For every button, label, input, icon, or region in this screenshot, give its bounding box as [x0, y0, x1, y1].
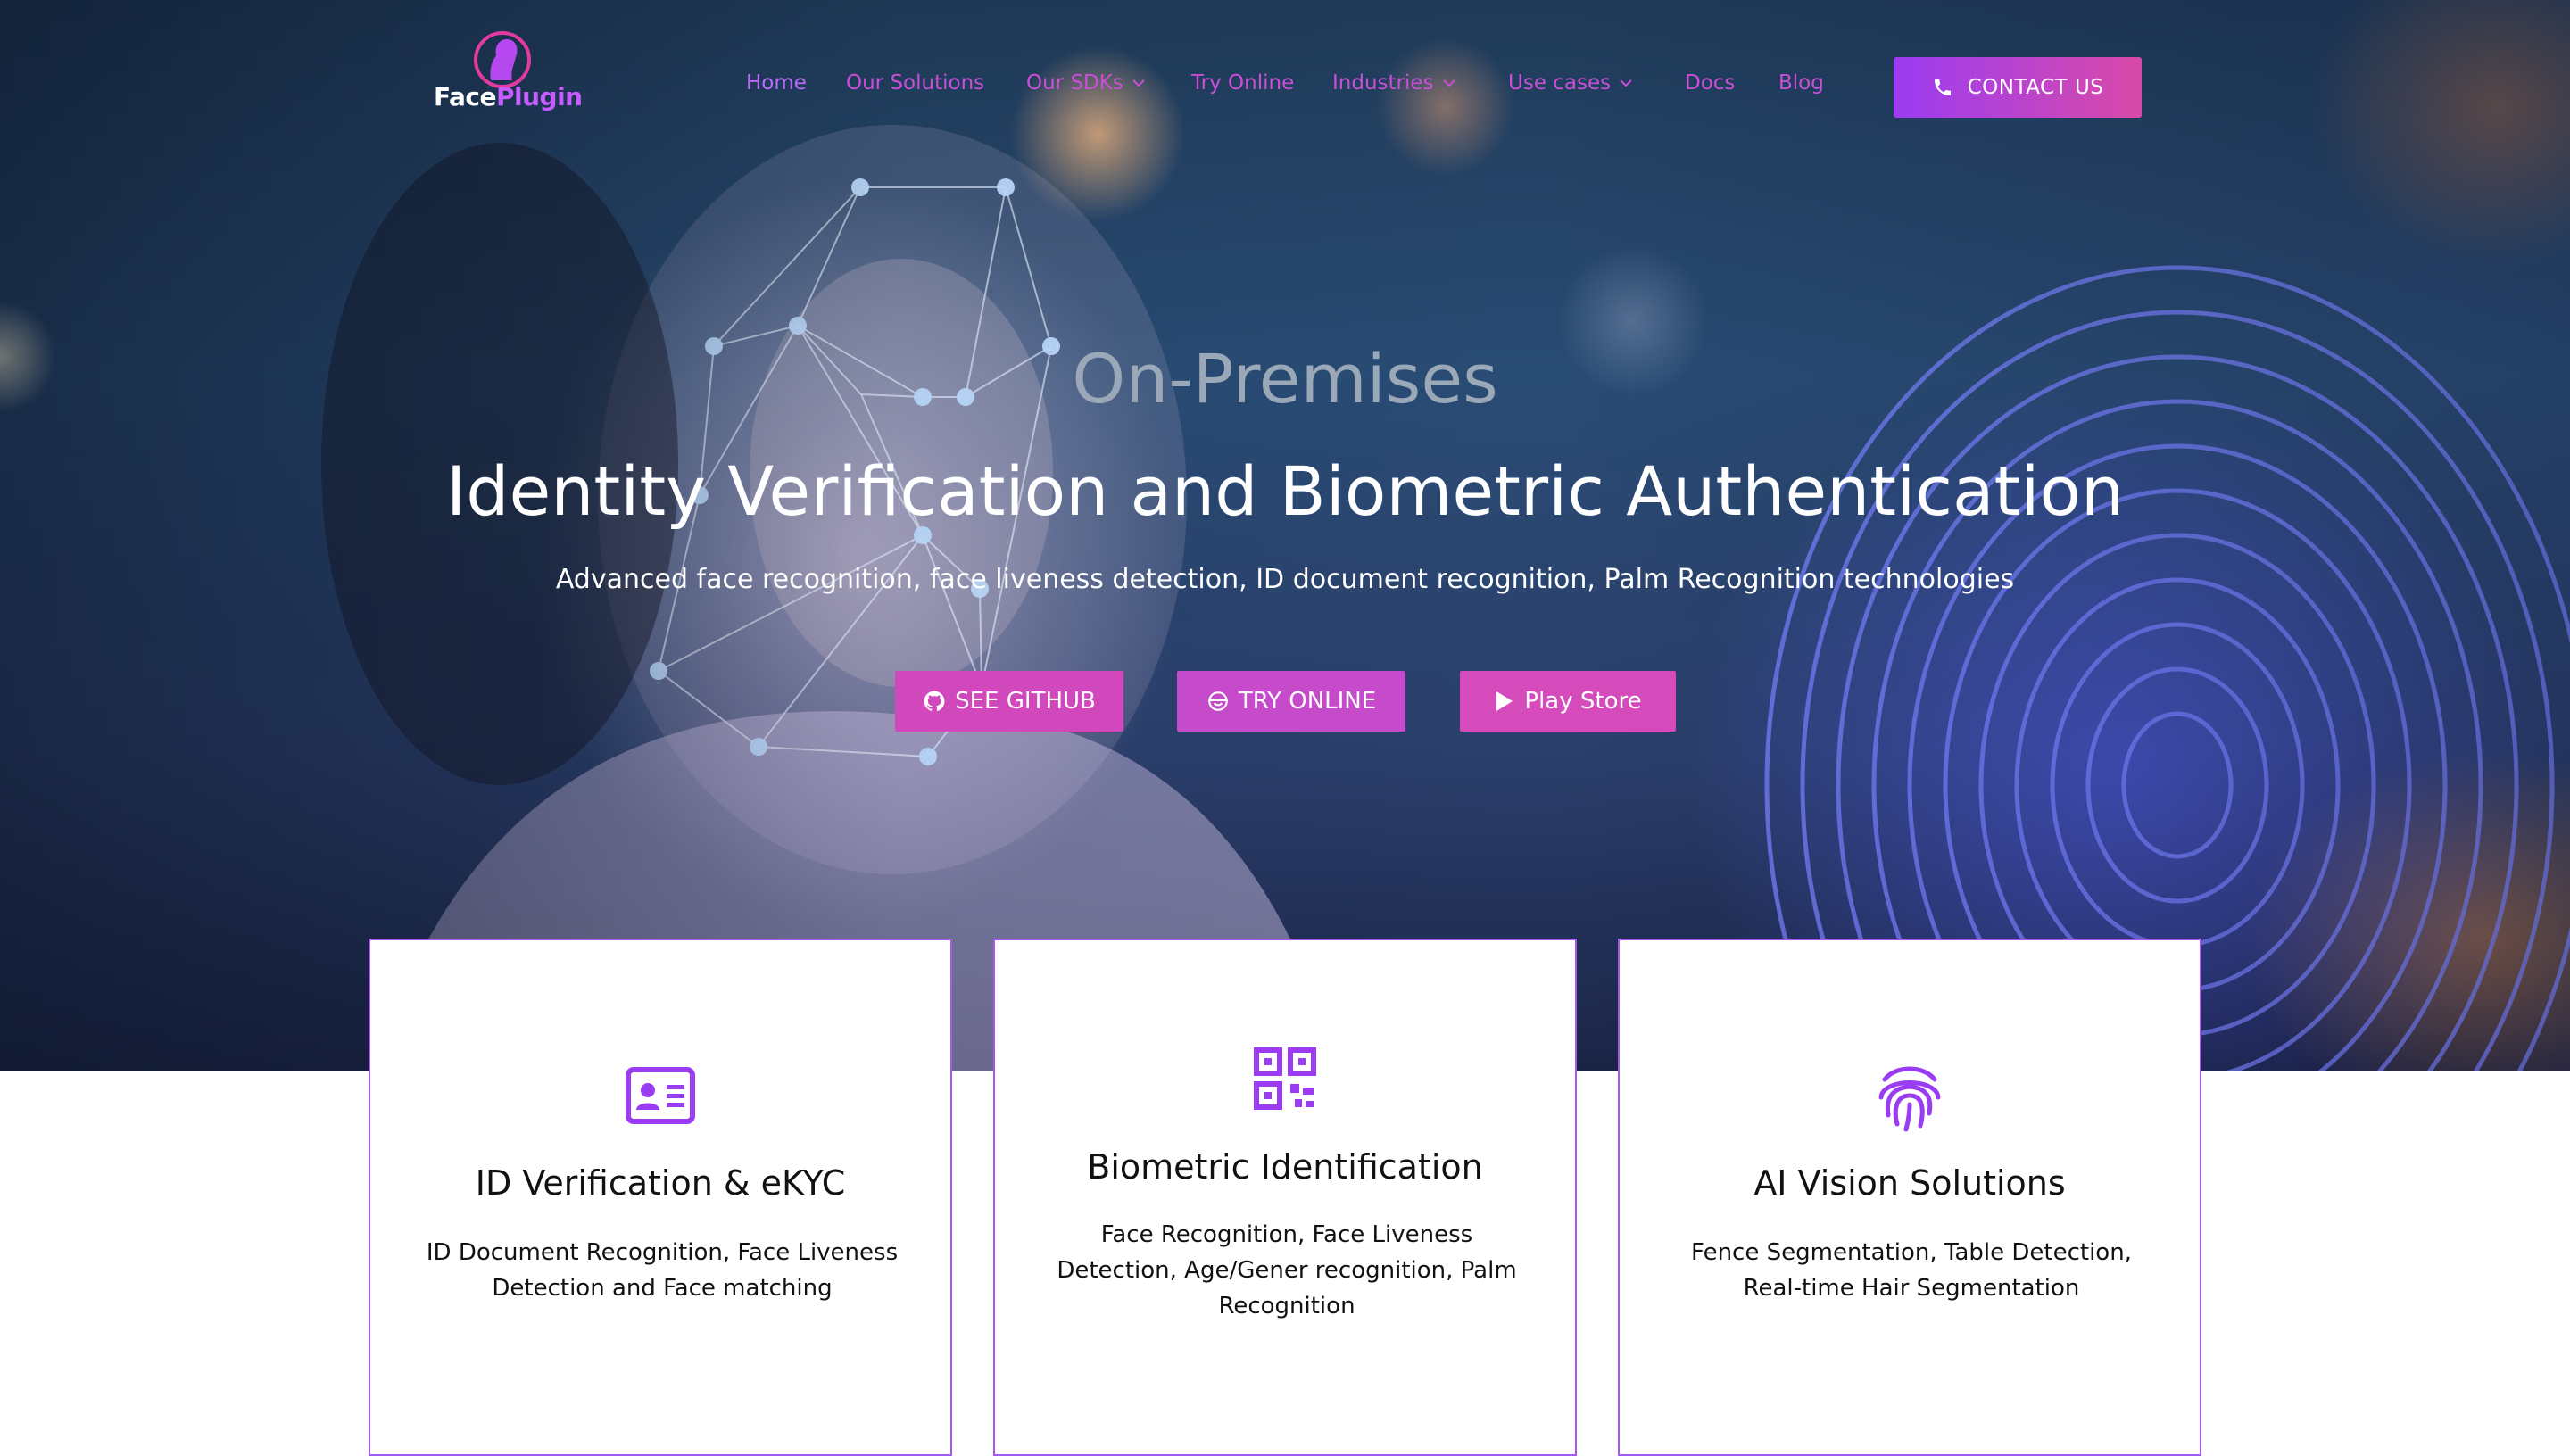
qr-code-icon — [1254, 1047, 1316, 1110]
see-github-label: SEE GITHUB — [955, 688, 1096, 715]
hero-eyebrow: On-Premises — [1072, 339, 1498, 418]
logo-wordmark: FacePlugin — [434, 82, 583, 112]
nav-try-online-label: Try Online — [1191, 71, 1295, 95]
try-online-button[interactable]: TRY ONLINE — [1177, 671, 1405, 732]
nav-our-sdks-label: Our SDKs — [1026, 71, 1123, 95]
nav-try-online[interactable]: Try Online — [1191, 71, 1294, 95]
fingerprint-icon — [1878, 1066, 1941, 1132]
play-store-label: Play Store — [1524, 688, 1642, 715]
logo-text-plugin: Plugin — [495, 82, 583, 112]
card-description: Fence Segmentation, Table Detection, Rea… — [1691, 1239, 2132, 1302]
nav-industries[interactable]: Industries — [1332, 71, 1457, 95]
id-card-icon — [626, 1067, 695, 1124]
nav-docs-label: Docs — [1685, 71, 1736, 95]
feature-card-id-verification[interactable]: ID Verification & eKYC ID Document Recog… — [369, 939, 952, 1456]
nav-docs[interactable]: Docs — [1685, 71, 1735, 95]
nav-blog[interactable]: Blog — [1778, 71, 1824, 95]
card-title: AI Vision Solutions — [1753, 1163, 2066, 1203]
hero-overlay — [0, 0, 2570, 1071]
nav-home[interactable]: Home — [746, 71, 807, 95]
card-title: Biometric Identification — [1087, 1147, 1483, 1187]
contact-us-label: CONTACT US — [1967, 76, 2104, 99]
chevron-down-icon — [1442, 79, 1455, 87]
nav-our-sdks[interactable]: Our SDKs — [1026, 71, 1147, 95]
hero-headline: Identity Verification and Biometric Auth… — [445, 451, 2125, 531]
nav-industries-label: Industries — [1332, 71, 1434, 95]
feature-card-biometric[interactable]: Biometric Identification Face Recognitio… — [993, 939, 1577, 1456]
card-description: Face Recognition, Face Liveness Detectio… — [1057, 1221, 1517, 1320]
chevron-down-icon — [1132, 79, 1145, 87]
contact-us-button[interactable]: CONTACT US — [1894, 57, 2142, 118]
nav-our-solutions-label: Our Solutions — [846, 71, 985, 95]
phone-icon — [1934, 79, 1951, 95]
play-store-icon — [1496, 691, 1513, 711]
feature-card-ai-vision[interactable]: AI Vision Solutions Fence Segmentation, … — [1618, 939, 2201, 1456]
nav-blog-label: Blog — [1778, 71, 1824, 95]
nav-use-cases-label: Use cases — [1508, 71, 1612, 95]
faceplugin-logo[interactable]: FacePlugin — [428, 27, 583, 116]
logo-text-face: Face — [434, 82, 496, 112]
github-icon — [924, 691, 945, 711]
play-store-button[interactable]: Play Store — [1460, 671, 1676, 732]
see-github-button[interactable]: SEE GITHUB — [895, 671, 1123, 732]
card-description: ID Document Recognition, Face Liveness D… — [426, 1239, 899, 1302]
try-online-label: TRY ONLINE — [1238, 688, 1377, 715]
nav-use-cases[interactable]: Use cases — [1508, 71, 1634, 95]
card-title: ID Verification & eKYC — [475, 1163, 846, 1203]
nav-home-label: Home — [746, 71, 807, 95]
chevron-down-icon — [1620, 79, 1632, 87]
hero-section — [0, 0, 2570, 1071]
face-scan-icon — [1207, 691, 1228, 711]
hero-subline: Advanced face recognition, face liveness… — [555, 564, 2015, 595]
nav-our-solutions[interactable]: Our Solutions — [846, 71, 984, 95]
